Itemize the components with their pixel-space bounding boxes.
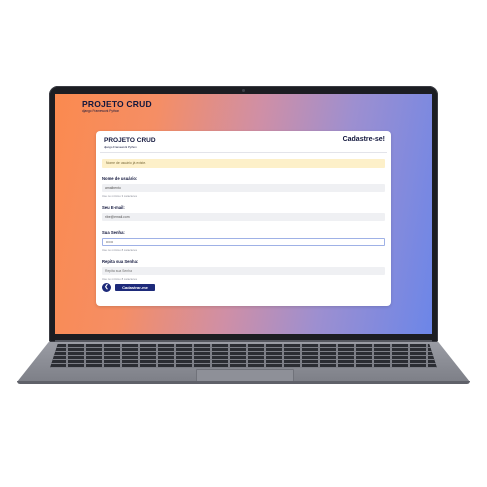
laptop-keyboard [50, 344, 437, 368]
password-confirm-label: Repita sua Senha: [102, 259, 139, 264]
card-logo-subtitle: django Framework Python [104, 144, 137, 149]
error-alert: Nome de usuário já existe. [102, 159, 385, 168]
password-field[interactable] [102, 238, 385, 246]
webcam [242, 89, 245, 92]
email-label: Seu E-mail: [102, 205, 125, 210]
app-logo-title: PROJETO CRUD [82, 99, 152, 109]
laptop-lid: PROJETO CRUD django Framework Python PRO… [49, 86, 438, 342]
back-button[interactable]: ❮ [102, 283, 111, 292]
username-help: Use no mínimo 3 caracteres [102, 194, 137, 198]
password-confirm-help: Use no mínimo 8 caracteres [102, 277, 137, 281]
submit-button[interactable]: Cadastrar-me [115, 284, 155, 291]
page-title: Cadastre-se! [342, 136, 385, 143]
card-logo: PROJETO CRUD django Framework Python [104, 137, 156, 149]
card-logo-title: PROJETO CRUD [104, 137, 156, 144]
app-logo[interactable]: PROJETO CRUD django Framework Python [82, 100, 152, 113]
app-logo-subtitle: django Framework Python [82, 108, 120, 113]
keyboard-rows [50, 344, 437, 368]
username-label: Nome de usuário: [102, 176, 138, 181]
username-field[interactable] [102, 184, 385, 192]
signup-card: PROJETO CRUD django Framework Python Cad… [96, 131, 391, 306]
chevron-left-icon: ❮ [104, 284, 109, 290]
laptop-base-edge [17, 381, 470, 384]
password-confirm-field[interactable] [102, 267, 385, 275]
header-divider [100, 152, 387, 153]
password-label: Sua Senha: [102, 230, 125, 235]
password-help: Use no mínimo 8 caracteres [102, 248, 137, 252]
laptop-screen: PROJETO CRUD django Framework Python PRO… [55, 94, 432, 334]
email-field[interactable] [102, 213, 385, 221]
